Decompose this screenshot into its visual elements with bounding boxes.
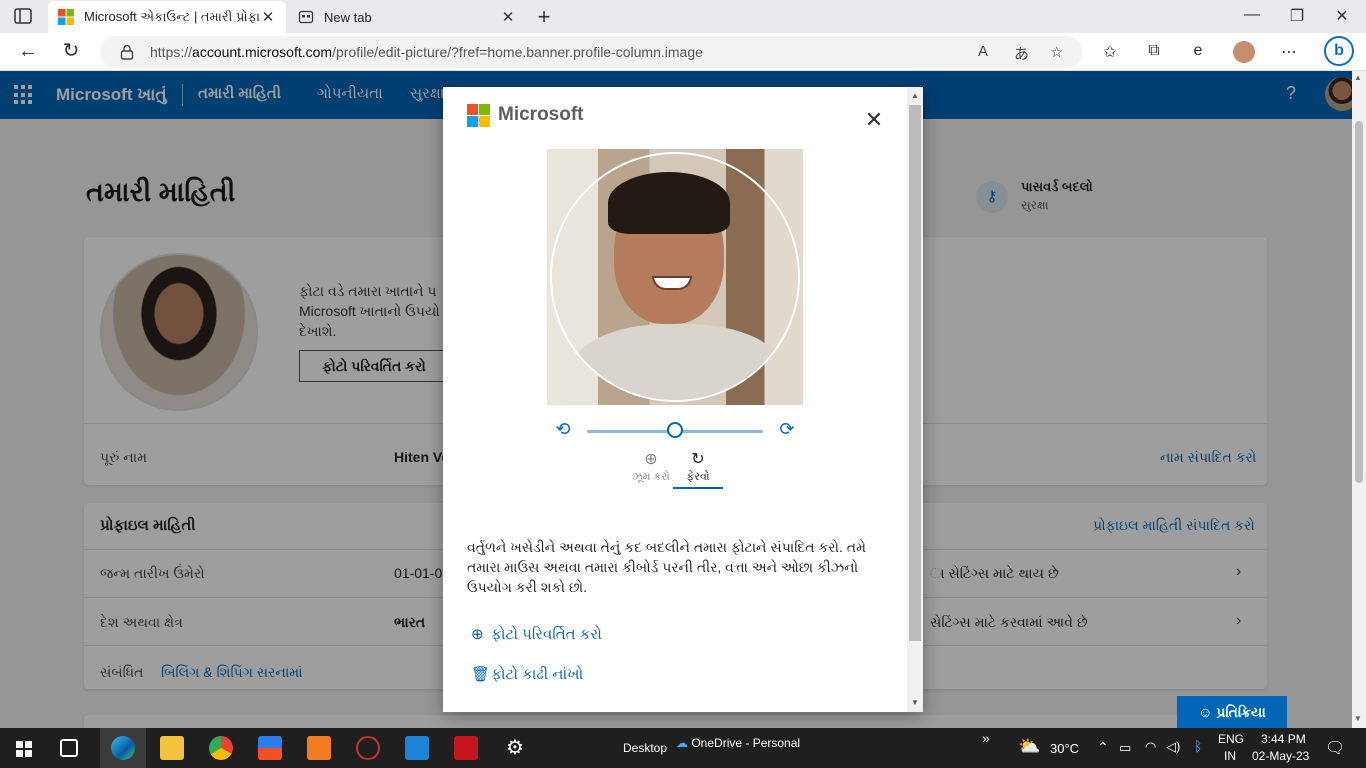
chrome-icon[interactable] xyxy=(209,736,233,760)
read-aloud-icon[interactable]: A xyxy=(978,43,988,60)
zoom-icon: ⊕ xyxy=(644,451,658,468)
scroll-down-icon[interactable]: ▼ xyxy=(911,698,919,707)
settings-menu-icon[interactable]: ⋯ xyxy=(1278,42,1300,62)
photo-hair xyxy=(608,172,730,234)
rotate-left-icon[interactable]: ⟲ xyxy=(553,419,573,440)
scroll-thumb[interactable] xyxy=(1355,121,1363,483)
rotate-right-icon[interactable]: ⟳ xyxy=(777,419,797,440)
battery-icon[interactable]: ▭ xyxy=(1119,740,1131,756)
temperature[interactable]: 30°C xyxy=(1050,741,1079,756)
vscode-icon[interactable] xyxy=(405,736,429,760)
onedrive-label: OneDrive - Personal xyxy=(691,736,801,750)
tab-new-tab[interactable]: New tab ✕ xyxy=(288,1,526,33)
address-bar[interactable]: https://account.microsoft.com/profile/ed… xyxy=(100,36,1082,68)
zoom-mode-label: ઝૂમ કરો xyxy=(632,471,670,483)
rotate-icon: ↻ xyxy=(691,451,705,468)
tab-microsoft-account[interactable]: Microsoft એકાઉન્ટ | તમારી પ્રોફાઇલ ✕ xyxy=(48,1,286,33)
feedback-icon: ☺ xyxy=(1198,704,1217,720)
bluetooth-icon[interactable]: ᛒ xyxy=(1194,738,1202,754)
remove-photo-label: ફોટો કાઢી નાંખો xyxy=(491,666,584,683)
scroll-down-icon[interactable]: ▼ xyxy=(1354,714,1362,723)
tab-close-icon[interactable]: ✕ xyxy=(260,8,276,26)
modal-change-photo-link[interactable]: ⊕ ફોટો પરિવર્તિત કરો xyxy=(471,625,602,643)
tab-title: Microsoft એકાઉન્ટ | તમારી પ્રોફાઇલ xyxy=(84,9,260,24)
feedback-button[interactable]: ☺ પ્રતિક્રિયા xyxy=(1177,696,1287,728)
wifi-icon[interactable]: ◠ xyxy=(1145,739,1156,755)
rotate-slider-row: ⟲ ⟳ xyxy=(553,419,799,443)
remove-photo-link[interactable]: 🗑ફોટો કાઢી નાંખો xyxy=(471,665,583,683)
tab-title: New tab xyxy=(324,9,372,25)
crop-circle[interactable] xyxy=(550,152,800,402)
clock-app-icon[interactable] xyxy=(356,736,380,760)
task-view-icon[interactable] xyxy=(60,739,78,757)
windows-start-icon[interactable] xyxy=(16,741,32,757)
modal-change-photo-label: ફોટો પરિવર્તિત કરો xyxy=(491,626,602,643)
microsoft-wordmark: Microsoft xyxy=(498,104,584,125)
browser-toolbar: ← ↻ https://account.microsoft.com/profil… xyxy=(0,33,1366,71)
settings-gear-icon[interactable]: ⚙ xyxy=(503,736,527,760)
internet-explorer-mode-icon[interactable]: e xyxy=(1187,42,1209,60)
weather-icon[interactable]: ⛅ xyxy=(1018,736,1040,757)
language-top[interactable]: ENG xyxy=(1218,732,1244,746)
edge-icon[interactable] xyxy=(111,736,135,760)
xampp-icon[interactable] xyxy=(307,736,331,760)
close-window-button[interactable]: ✕ xyxy=(1332,6,1352,26)
new-tab-favicon-icon xyxy=(298,10,314,24)
browser-tab-strip: Microsoft એકાઉન્ટ | તમારી પ્રોફાઇલ ✕ New… xyxy=(0,0,1366,33)
tray-chevron-up-icon[interactable]: ⌃ xyxy=(1097,739,1109,756)
rotate-mode-button[interactable]: ↻ ફેરવો xyxy=(673,449,723,489)
notifications-icon[interactable]: 🗨 xyxy=(1325,738,1345,758)
store-icon[interactable] xyxy=(258,736,282,760)
scroll-up-icon[interactable]: ▲ xyxy=(911,91,919,100)
tab-actions-icon[interactable] xyxy=(12,6,34,26)
rotate-mode-label: ફેરવો xyxy=(673,471,723,489)
dialog-scrollbar[interactable]: ▲ ▼ xyxy=(907,87,923,712)
edit-picture-dialog: Microsoft ✕ ⟲ ⟳ ⊕ ઝૂમ કરો ↻ ફેરવો વર્તુળ… xyxy=(443,87,923,712)
new-tab-button[interactable]: + xyxy=(532,4,556,30)
translate-icon[interactable]: あ xyxy=(1014,43,1029,64)
page-scrollbar[interactable]: ▲ ▼ xyxy=(1352,71,1366,728)
close-dialog-icon[interactable]: ✕ xyxy=(863,107,885,133)
collections-icon[interactable]: ⧉ xyxy=(1143,42,1165,60)
clock-time[interactable]: 3:44 PM xyxy=(1261,732,1306,746)
lock-icon[interactable] xyxy=(120,44,134,60)
chevron-icon[interactable]: » xyxy=(982,730,990,746)
refresh-button[interactable]: ↻ xyxy=(58,39,84,65)
add-favorite-icon[interactable]: ☆ xyxy=(1050,43,1063,61)
bing-chat-icon[interactable]: b xyxy=(1324,36,1354,66)
camera-change-icon: ⊕ xyxy=(471,626,484,643)
rotate-slider-knob[interactable] xyxy=(667,422,683,438)
photo-editor[interactable] xyxy=(547,149,803,405)
scroll-thumb[interactable] xyxy=(909,105,921,641)
zoom-mode-button[interactable]: ⊕ ઝૂમ કરો xyxy=(626,449,676,484)
maximize-button[interactable]: ❐ xyxy=(1287,6,1307,26)
back-button[interactable]: ← xyxy=(15,39,41,65)
cloud-icon: ☁ xyxy=(676,736,692,750)
favorites-icon[interactable]: ✩ xyxy=(1099,42,1121,62)
edit-instructions: વર્તુળને ખસેડીને અથવા તેનું કદ બદલીને તમ… xyxy=(467,539,866,595)
profile-avatar-icon[interactable] xyxy=(1233,41,1255,63)
acrobat-icon[interactable] xyxy=(454,736,478,760)
microsoft-favicon-icon xyxy=(58,9,74,25)
microsoft-logo-icon xyxy=(467,104,490,127)
trash-icon: 🗑 xyxy=(471,666,491,683)
windows-taskbar: ⚙ Desktop ☁ OneDrive - Personal » ⛅ 30°C… xyxy=(0,728,1366,768)
volume-icon[interactable]: ◁) xyxy=(1166,739,1180,755)
desktop-toolbar[interactable]: Desktop xyxy=(623,741,667,755)
minimize-button[interactable]: — xyxy=(1242,6,1262,24)
photo-shirt xyxy=(572,324,782,400)
onedrive-status[interactable]: ☁ OneDrive - Personal xyxy=(676,736,800,750)
url-text: https://account.microsoft.com/profile/ed… xyxy=(150,44,703,60)
language-bottom[interactable]: IN xyxy=(1224,749,1236,763)
clock-date[interactable]: 02-May-23 xyxy=(1252,749,1309,763)
file-explorer-icon[interactable] xyxy=(160,736,184,760)
feedback-label: પ્રતિક્રિયા xyxy=(1216,704,1266,720)
scroll-up-icon[interactable]: ▲ xyxy=(1354,73,1362,82)
tab-close-icon[interactable]: ✕ xyxy=(500,8,516,26)
